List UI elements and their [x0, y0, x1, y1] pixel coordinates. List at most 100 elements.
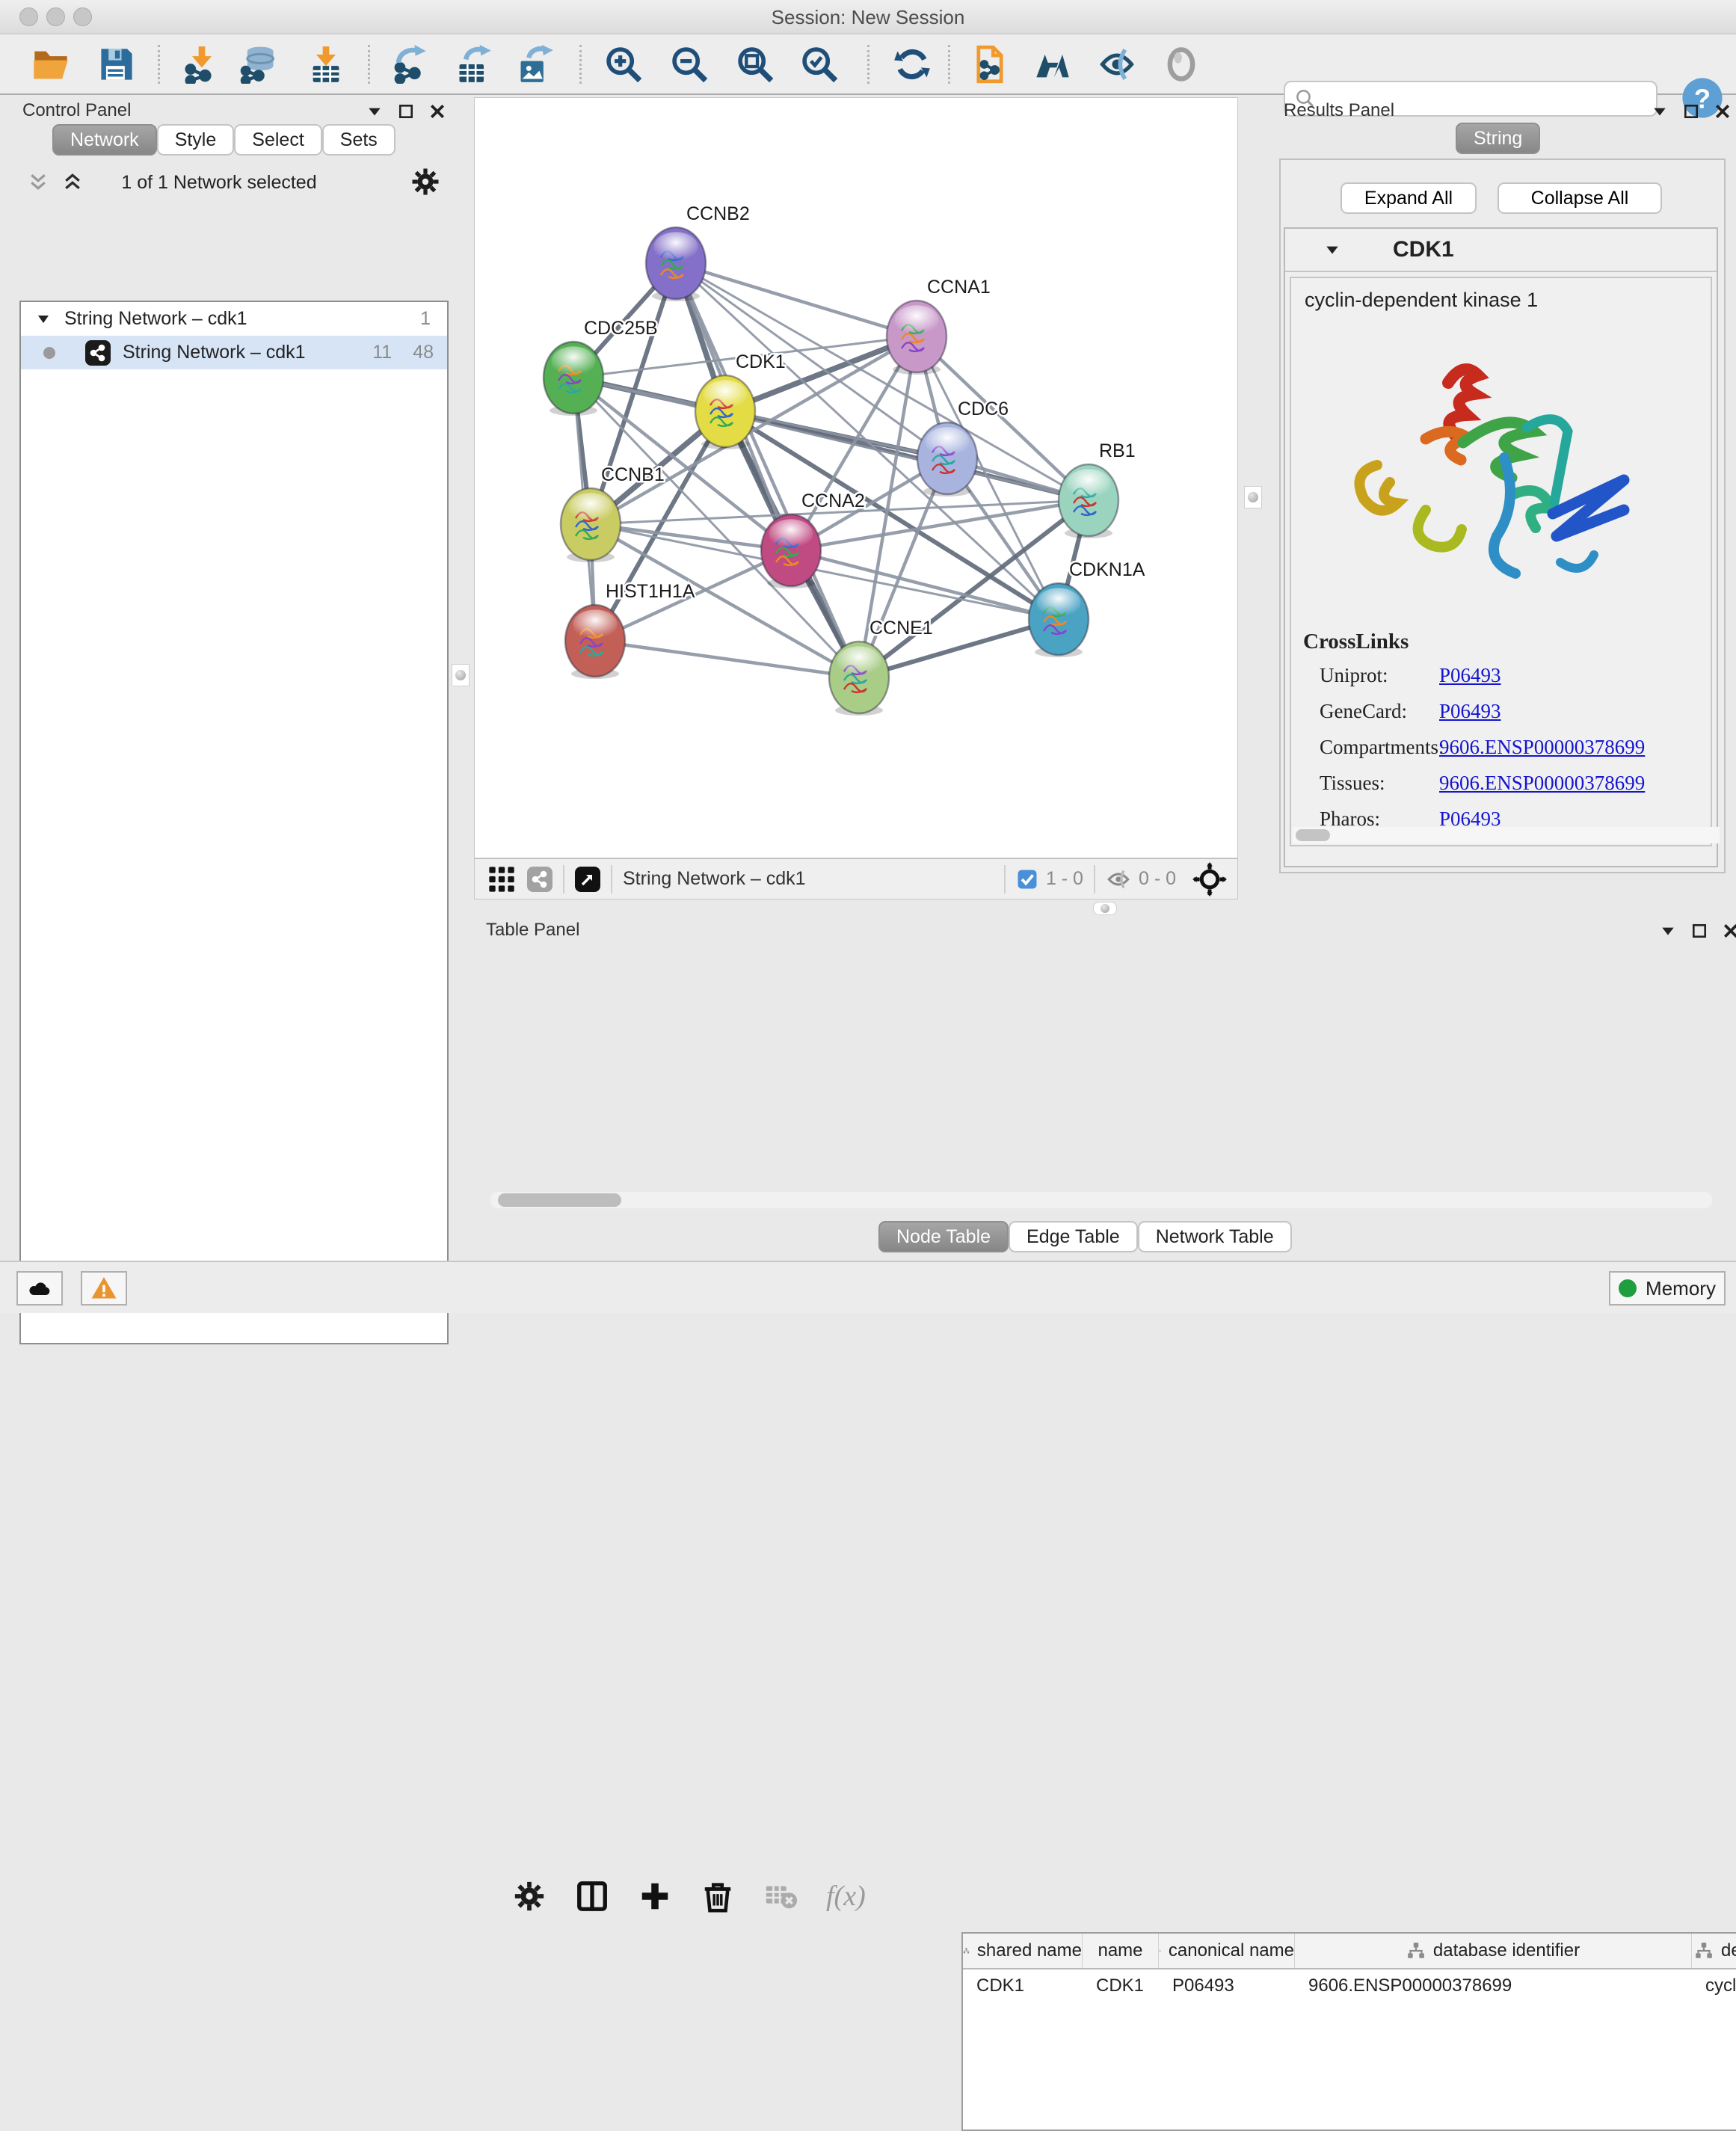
first-neighbors-icon[interactable]: [1032, 43, 1074, 85]
network-node-hist1h1a[interactable]: HIST1H1A: [565, 581, 695, 679]
tab-node-table[interactable]: Node Table: [878, 1221, 1009, 1252]
crosslink-link[interactable]: 9606.ENSP00000378699: [1439, 772, 1645, 795]
close-panel-icon[interactable]: [1723, 923, 1736, 939]
tree-expander-icon[interactable]: [36, 312, 51, 327]
node-label-cdkn1a: CDKN1A: [1069, 559, 1145, 580]
crosslink-row: Tissues:9606.ENSP00000378699: [1320, 772, 1708, 795]
table-hscrollbar-thumb[interactable]: [498, 1193, 621, 1207]
network-edge[interactable]: [676, 263, 859, 677]
collapse-panel-icon[interactable]: [1660, 923, 1676, 939]
right-splitter-grip[interactable]: [1244, 486, 1262, 508]
gene-expander-icon[interactable]: [1324, 242, 1341, 258]
network-tree-child-row[interactable]: String Network – cdk1 11 48: [21, 336, 447, 369]
rendering-toggle-icon[interactable]: [1160, 43, 1202, 85]
collapse-panel-icon[interactable]: [366, 103, 383, 120]
table-cell[interactable]: CDK1: [963, 1969, 1083, 2002]
table-settings-gear-icon[interactable]: [512, 1879, 547, 1913]
delete-row-icon[interactable]: [701, 1879, 735, 1913]
close-panel-icon[interactable]: [429, 103, 446, 120]
crosslinks-heading: CrossLinks: [1303, 630, 1409, 654]
table-hscrollbar[interactable]: [490, 1192, 1712, 1208]
table-row[interactable]: CDK1CDK1P064939606.ENSP00000378699cyclin…: [963, 1969, 1736, 2002]
tab-select[interactable]: Select: [234, 124, 321, 156]
hidden-eye-icon[interactable]: [1106, 867, 1131, 892]
float-panel-icon[interactable]: [1683, 103, 1699, 120]
column-header-description[interactable]: description: [1692, 1934, 1736, 1968]
save-session-icon[interactable]: [96, 43, 138, 85]
selected-checkbox-icon[interactable]: [1016, 868, 1038, 891]
crosslink-link[interactable]: 9606.ENSP00000378699: [1439, 736, 1645, 759]
crosslink-link[interactable]: P06493: [1439, 700, 1501, 723]
zoom-out-icon[interactable]: [668, 43, 710, 85]
fit-content-icon[interactable]: [734, 43, 776, 85]
table-cell[interactable]: P06493: [1159, 1969, 1295, 2002]
import-table-file-icon[interactable]: [305, 43, 347, 85]
network-node-cdkn1a[interactable]: CDKN1A: [1029, 559, 1145, 657]
collapse-panel-icon[interactable]: [1652, 103, 1668, 120]
float-panel-icon[interactable]: [1691, 923, 1708, 939]
refresh-icon[interactable]: [891, 43, 933, 85]
close-panel-icon[interactable]: [1714, 103, 1731, 120]
network-node-rb1[interactable]: RB1: [1059, 440, 1136, 538]
export-network-icon[interactable]: [389, 43, 431, 85]
node-table-header: shared namenamecanonical namedatabase id…: [963, 1934, 1736, 1969]
open-in-window-icon[interactable]: [575, 867, 600, 892]
network-node-ccne1[interactable]: CCNE1: [829, 618, 933, 716]
new-network-from-selection-icon[interactable]: [969, 43, 1011, 85]
tab-style[interactable]: Style: [157, 124, 235, 156]
tab-network[interactable]: Network: [52, 124, 157, 156]
warnings-button[interactable]: [81, 1271, 127, 1306]
tab-edge-table[interactable]: Edge Table: [1009, 1221, 1138, 1252]
export-table-icon[interactable]: [453, 43, 495, 85]
table-cell[interactable]: cyclin-dependent ...: [1692, 1969, 1736, 2002]
network-edge[interactable]: [676, 263, 917, 336]
import-network-file-icon[interactable]: [181, 43, 223, 85]
gene-card-header[interactable]: CDK1: [1285, 229, 1717, 272]
crosslink-link[interactable]: P06493: [1439, 664, 1501, 687]
column-header-name[interactable]: name: [1083, 1934, 1159, 1968]
collapse-all-button[interactable]: Collapse All: [1498, 182, 1662, 214]
tab-sets[interactable]: Sets: [322, 124, 395, 156]
column-header-canonical-name[interactable]: canonical name: [1159, 1934, 1295, 1968]
network-options-gear-icon[interactable]: [410, 166, 441, 201]
network-collection-label: String Network – cdk1: [64, 308, 247, 330]
network-canvas[interactable]: CDK1CCNB2CCNA1CDC25BCDC6RB1CCNB1CCNA2CDK…: [474, 97, 1238, 858]
main-toolbar: ?: [0, 34, 1736, 95]
network-node-ccna1[interactable]: CCNA1: [887, 277, 991, 375]
column-header-shared-name[interactable]: shared name: [963, 1934, 1083, 1968]
node-table[interactable]: shared namenamecanonical namedatabase id…: [961, 1932, 1736, 2131]
float-panel-icon[interactable]: [398, 103, 414, 120]
node-count: 11: [372, 342, 392, 363]
toolbar-separator: [948, 45, 950, 84]
export-image-icon[interactable]: [514, 43, 556, 85]
cloud-button[interactable]: [16, 1271, 63, 1306]
table-cell[interactable]: CDK1: [1083, 1969, 1159, 2002]
birds-eye-toggle-icon[interactable]: [1192, 862, 1227, 897]
network-edge[interactable]: [595, 641, 859, 677]
zoom-selected-icon[interactable]: [798, 43, 840, 85]
import-network-database-icon[interactable]: [238, 43, 280, 85]
control-panel-title: Control Panel: [22, 100, 131, 121]
gene-card-body: cyclin-dependent kinase 1 CrossLinks Uni…: [1290, 277, 1712, 846]
network-tree-root-row[interactable]: String Network – cdk1 1: [21, 302, 447, 336]
results-tab-string[interactable]: String: [1456, 123, 1540, 154]
show-hide-graphics-details-icon[interactable]: [1096, 43, 1138, 85]
table-toolbar: f(x): [482, 1865, 1731, 1928]
table-cell[interactable]: 9606.ENSP00000378699: [1295, 1969, 1692, 2002]
zoom-in-icon[interactable]: [603, 43, 644, 85]
open-session-icon[interactable]: [30, 43, 72, 85]
network-graph[interactable]: CDK1CCNB2CCNA1CDC25BCDC6RB1CCNB1CCNA2CDK…: [475, 98, 1237, 858]
memory-button[interactable]: Memory: [1609, 1271, 1726, 1306]
add-row-icon[interactable]: [638, 1879, 672, 1913]
gene-card-hscrollbar[interactable]: [1293, 827, 1720, 843]
tab-network-table[interactable]: Network Table: [1138, 1221, 1292, 1252]
string-view-icon[interactable]: [527, 867, 552, 892]
grid-view-icon[interactable]: [487, 864, 517, 894]
network-node-ccnb2[interactable]: CCNB2: [646, 203, 750, 301]
show-columns-icon[interactable]: [575, 1879, 609, 1913]
column-header-database-identifier[interactable]: database identifier: [1295, 1934, 1692, 1968]
left-splitter-grip[interactable]: [452, 664, 470, 686]
expand-all-button[interactable]: Expand All: [1341, 182, 1477, 214]
gene-description: cyclin-dependent kinase 1: [1291, 278, 1711, 312]
toolbar-separator: [158, 45, 160, 84]
